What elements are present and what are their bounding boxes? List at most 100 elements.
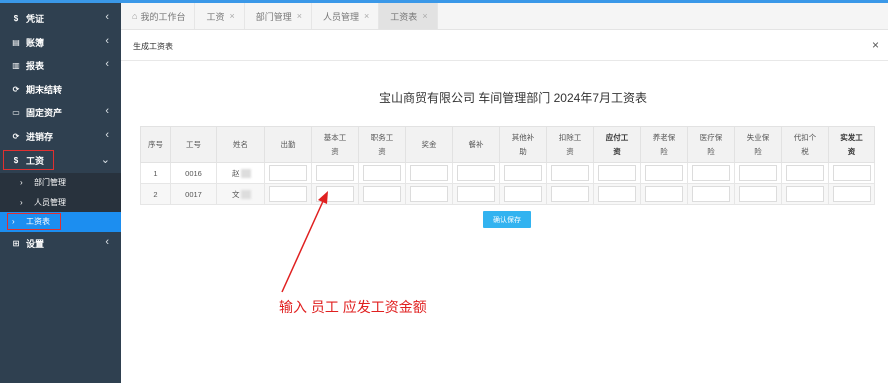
sidebar-subitem-staff[interactable]: › 人员管理 [0,192,121,212]
sidebar-item-label: 期末结转 [26,84,63,95]
chevron-left-icon: ‹ [105,235,109,248]
close-icon[interactable]: × [297,11,302,21]
report-icon: ▥ [12,61,20,71]
sidebar-item-reports[interactable]: ▥ 报表 ‹ [0,54,121,78]
sidebar-item-label: 工资 [26,155,45,166]
unemployment-insurance-input[interactable] [739,186,777,202]
sidebar-subitem-label: 工资表 [26,217,50,227]
monitor-icon: ▭ [12,108,20,118]
sidebar-item-settings[interactable]: ⊞ 设置 ‹ [0,232,121,256]
sidebar-item-ledger[interactable]: ▤ 账簿 ‹ [0,31,121,55]
table-header-row: 序号 工号 姓名 出勤 基本工资 职务工资 奖金 餐补 其他补助 扣除工资 应付… [140,126,875,163]
meal-allowance-input[interactable] [457,165,495,181]
cell [734,183,782,205]
panel-title: 生成工资表 [133,42,173,51]
sidebar-item-label: 固定资产 [26,108,63,119]
column-header: 职务工资 [358,126,406,163]
close-icon[interactable]: × [422,11,427,21]
other-allowance-input[interactable] [504,186,542,202]
tab-bar: ⌂ 我的工作台 工资 × 部门管理 × 人员管理 × 工资表 × [121,3,888,30]
cycle-icon: ⟳ [12,131,20,141]
chevron-down-icon: ⌄ [100,154,110,166]
other-allowance-input[interactable] [504,165,542,181]
income-tax-input[interactable] [786,186,824,202]
tab-label: 工资 [206,11,225,22]
sidebar-item-voucher[interactable]: $ 凭证 ‹ [0,7,121,31]
tab-staff[interactable]: 人员管理 × [312,3,380,29]
close-icon[interactable]: × [872,38,879,52]
pension-input[interactable] [645,186,683,202]
sidebar-item-period-end[interactable]: ⟳ 期末结转 [0,78,121,102]
net-salary-input[interactable] [832,186,871,202]
payable-salary-input[interactable] [598,186,636,202]
pension-input[interactable] [645,165,683,181]
sidebar-item-fixed-assets[interactable]: ▭ 固定资产 ‹ [0,101,121,125]
sidebar-item-label: 设置 [26,238,45,249]
cell [781,183,829,205]
row-number: 1 [140,162,171,184]
column-header: 失业保险 [734,126,782,163]
meal-allowance-input[interactable] [457,186,495,202]
deduction-input[interactable] [551,165,589,181]
payable-salary-input[interactable] [598,165,636,181]
column-header: 工号 [170,126,217,163]
tab-payroll-sheet[interactable]: 工资表 × [379,3,438,29]
base-salary-input[interactable] [316,165,354,181]
chevron-left-icon: ‹ [105,128,109,141]
annotation-text: 输入 员工 应发工资金额 [279,299,427,315]
unemployment-insurance-input[interactable] [739,165,777,181]
annotation-arrow [281,191,328,293]
chevron-right-icon: › [20,178,23,188]
sidebar-subitem-label: 部门管理 [34,178,66,188]
position-salary-input[interactable] [363,165,401,181]
income-tax-input[interactable] [786,165,824,181]
cell [593,162,641,184]
column-header: 应付工资 [593,126,641,163]
medical-insurance-input[interactable] [692,186,730,202]
column-header: 医疗保险 [687,126,735,163]
redacted-text [240,190,251,200]
sidebar-item-inventory[interactable]: ⟳ 进销存 ‹ [0,125,121,149]
employee-name: 文 [216,183,265,205]
sidebar-subitem-label: 人员管理 [34,197,66,207]
chevron-left-icon: ‹ [105,11,109,23]
sidebar-item-label: 账簿 [26,37,45,48]
close-icon[interactable]: × [229,11,234,21]
tab-departments[interactable]: 部门管理 × [245,3,313,29]
medical-insurance-input[interactable] [692,165,730,181]
column-header: 养老保险 [640,126,688,163]
tab-label: 部门管理 [255,11,292,22]
column-header: 序号 [140,126,171,163]
transfer-icon: ⟳ [12,84,20,94]
cell [358,183,406,205]
column-header: 代扣个税 [781,126,829,163]
chevron-left-icon: ‹ [105,105,109,117]
cell [687,183,735,205]
chevron-left-icon: ‹ [105,58,109,70]
sidebar-subitem-departments[interactable]: › 部门管理 [0,173,121,193]
redacted-text [240,169,251,179]
cell [640,162,688,184]
net-salary-input[interactable] [832,165,871,181]
cell [499,183,547,205]
bonus-input[interactable] [410,186,448,202]
tab-payroll[interactable]: 工资 × [195,3,245,29]
sidebar-subitem-payroll-sheet[interactable]: › 工资表 [0,212,121,232]
column-header: 扣除工资 [546,126,594,163]
cell [311,162,359,184]
sidebar-item-label: 凭证 [26,14,45,25]
close-icon[interactable]: × [364,11,369,21]
home-icon: ⌂ [132,11,138,21]
position-salary-input[interactable] [363,186,401,202]
tab-label: 我的工作台 [140,11,186,22]
column-header: 餐补 [452,126,500,163]
confirm-save-button[interactable]: 确认保存 [483,211,531,228]
attendance-input[interactable] [269,165,307,181]
column-header: 出勤 [264,126,312,163]
bonus-input[interactable] [410,165,448,181]
column-header: 姓名 [216,126,265,163]
cell [546,183,594,205]
deduction-input[interactable] [551,186,589,202]
sidebar-item-payroll[interactable]: $ 工资 ⌄ [3,150,110,170]
tab-workbench[interactable]: ⌂ 我的工作台 [121,3,196,29]
